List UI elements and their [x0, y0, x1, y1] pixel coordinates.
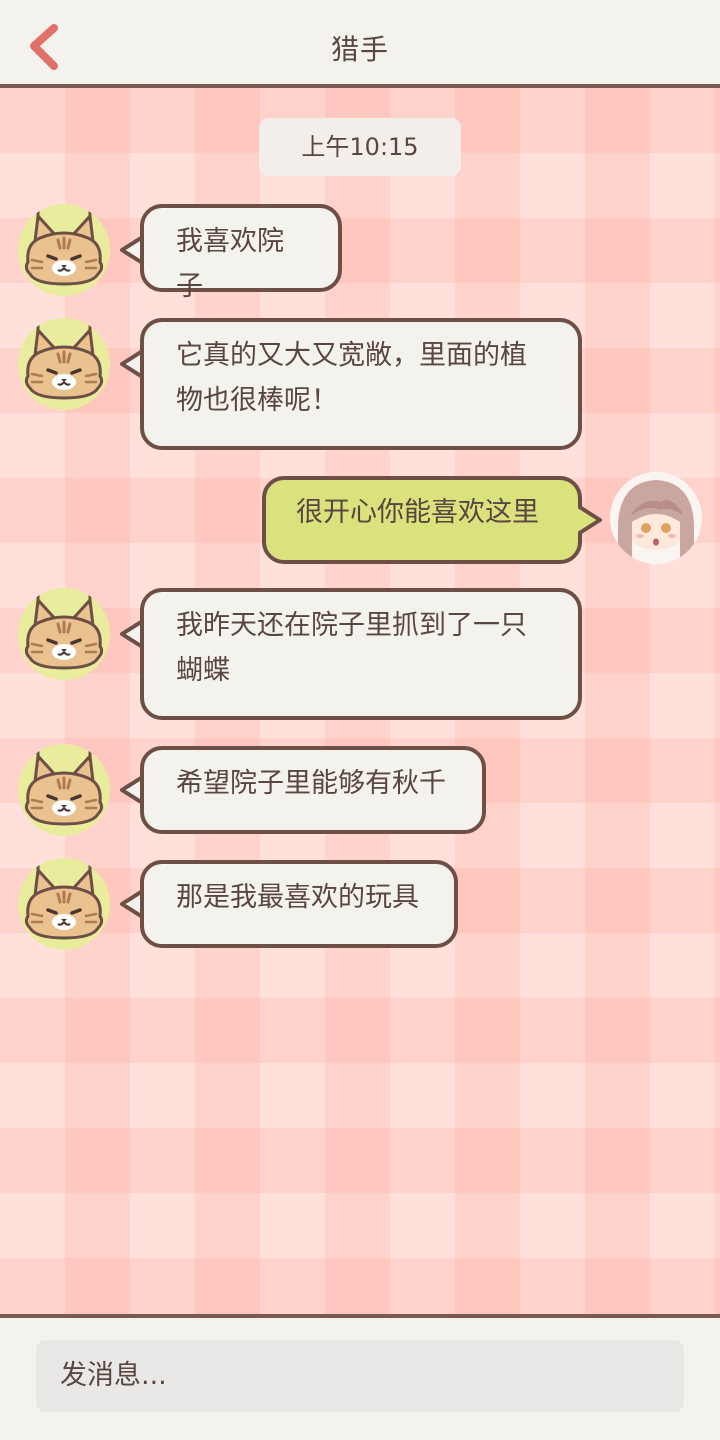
message-text-line: 蝴蝶: [176, 655, 230, 686]
cat-avatar[interactable]: [18, 744, 110, 836]
timestamp: 上午10:15: [259, 118, 461, 176]
message-text-line: 物也很棒呢！: [176, 385, 338, 416]
message-text-line: 它真的又大又宽敞，里面的植: [176, 340, 527, 371]
message-text: 我喜欢院子: [176, 226, 284, 302]
cat-avatar-icon: [24, 860, 104, 940]
cat-avatar[interactable]: [18, 588, 110, 680]
message-text: 很开心你能喜欢这里: [296, 497, 539, 528]
message-text: 希望院子里能够有秋千: [176, 768, 446, 799]
cat-avatar-icon: [24, 320, 104, 400]
message-text-line: 我昨天还在院子里抓到了一只: [176, 610, 527, 641]
message-bubble[interactable]: 我昨天还在院子里抓到了一只 蝴蝶: [140, 588, 582, 720]
cat-avatar-icon: [24, 746, 104, 826]
header-bar: 猎手: [0, 0, 720, 88]
cat-avatar[interactable]: [18, 318, 110, 410]
input-bar: 发消息...: [0, 1318, 720, 1440]
message-input[interactable]: 发消息...: [36, 1340, 684, 1412]
message-bubble[interactable]: 那是我最喜欢的玩具: [140, 860, 458, 948]
page-title: 猎手: [330, 33, 389, 66]
message-bubble[interactable]: 希望院子里能够有秋千: [140, 746, 486, 834]
cat-avatar-icon: [24, 206, 104, 286]
chat-area[interactable]: 上午10:15 我喜欢院子 它真的又大又宽敞，里面的植 物也很棒呢！ 很开心你能…: [0, 88, 720, 1314]
user-avatar-icon: [610, 472, 702, 564]
message-bubble[interactable]: 我喜欢院子: [140, 204, 342, 302]
cat-avatar-icon: [24, 590, 104, 670]
bubble-tail: [578, 504, 602, 536]
cat-avatar[interactable]: [18, 204, 110, 296]
cat-avatar[interactable]: [18, 858, 110, 950]
user-avatar[interactable]: [610, 472, 702, 564]
message-bubble[interactable]: 它真的又大又宽敞，里面的植 物也很棒呢！: [140, 318, 582, 450]
message-bubble-self[interactable]: 很开心你能喜欢这里: [262, 476, 582, 564]
message-text: 那是我最喜欢的玩具: [176, 882, 419, 913]
